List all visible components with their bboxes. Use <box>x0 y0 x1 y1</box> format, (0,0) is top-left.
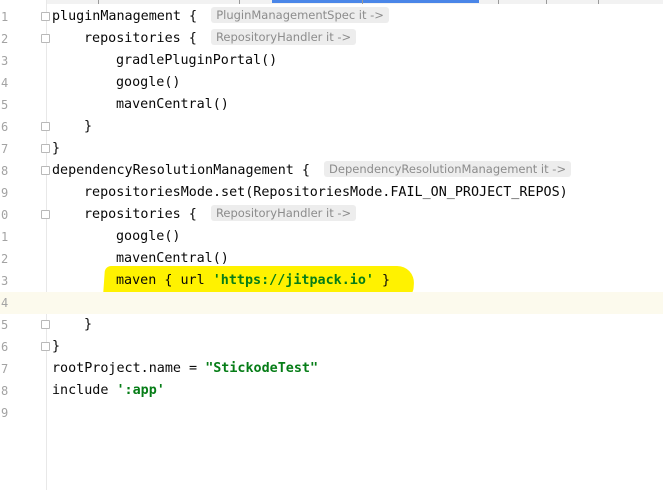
line-number: 9 <box>1 406 9 420</box>
code-token: maven { url <box>116 273 213 288</box>
editor-tab-bar <box>0 0 663 4</box>
code-line[interactable]: 8 include ':app' <box>0 380 663 402</box>
line-number: 5 <box>1 98 9 112</box>
code-text: include ':app' <box>52 380 165 402</box>
line-number: 1 <box>1 10 9 24</box>
line-number: 0 <box>1 208 9 222</box>
tab-separator <box>239 0 240 4</box>
line-number: 2 <box>1 32 9 46</box>
code-line[interactable]: 6} <box>0 116 663 138</box>
code-line[interactable]: 2 mavenCentral() <box>0 248 663 270</box>
code-token: } <box>374 273 391 288</box>
code-token: dependencyResolutionManagement { <box>52 163 319 178</box>
inlay-hint: PluginManagementSpec it -> <box>211 7 389 23</box>
code-line[interactable]: 7 rootProject.name = "StickodeTest" <box>0 358 663 380</box>
code-token: } <box>52 141 61 156</box>
string-literal: ':app' <box>116 383 165 398</box>
code-line[interactable]: 2 repositories { RepositoryHandler it -> <box>0 28 663 50</box>
code-line[interactable]: 9 repositoriesMode.set(RepositoriesMode.F… <box>0 182 663 204</box>
code-text: } <box>84 116 92 138</box>
code-line[interactable]: 5} <box>0 314 663 336</box>
line-number: 8 <box>1 384 9 398</box>
code-line[interactable]: 5 mavenCentral() <box>0 94 663 116</box>
code-line[interactable]: 4 google() <box>0 72 663 94</box>
line-number: 5 <box>1 318 9 332</box>
string-literal: "StickodeTest" <box>205 361 319 376</box>
code-token: repositories { <box>84 207 205 222</box>
code-text: } <box>52 336 60 358</box>
line-number: 2 <box>1 252 9 266</box>
code-line[interactable]: 6} <box>0 336 663 358</box>
code-text: } <box>84 314 92 336</box>
code-line[interactable]: 8 dependencyResolutionManagement { Depend… <box>0 160 663 182</box>
code-line[interactable]: 9 <box>0 402 663 424</box>
line-number: 3 <box>1 274 9 288</box>
code-line[interactable]: 7} <box>0 138 663 160</box>
code-text: google() <box>116 226 181 248</box>
inlay-hint: DependencyResolutionManagement it -> <box>324 161 572 177</box>
fold-marker-icon[interactable] <box>41 210 50 219</box>
code-token: gradlePluginPortal() <box>116 53 278 68</box>
line-number: 4 <box>1 296 9 310</box>
code-editor[interactable]: 1 pluginManagement { PluginManagementSpec… <box>0 0 663 490</box>
code-line[interactable]: 4 <box>0 292 663 314</box>
line-number: 6 <box>1 340 9 354</box>
code-token: pluginManagement { <box>52 9 206 24</box>
code-text: gradlePluginPortal() <box>116 50 277 72</box>
code-token: google() <box>116 75 181 90</box>
line-number: 3 <box>1 54 9 68</box>
code-text: maven { url 'https://jitpack.io' } <box>116 270 390 292</box>
code-token: mavenCentral() <box>116 251 229 266</box>
code-token: mavenCentral() <box>116 97 229 112</box>
code-text: google() <box>116 72 181 94</box>
string-literal: 'https://jitpack.io' <box>212 273 374 288</box>
code-text: dependencyResolutionManagement { Depende… <box>52 160 572 182</box>
tab-separator <box>362 0 363 4</box>
tab-separator <box>546 0 547 4</box>
code-token: rootProject.name = <box>52 361 206 376</box>
code-token: } <box>84 317 93 332</box>
code-text: repositories { RepositoryHandler it -> <box>84 204 357 226</box>
active-tab-indicator <box>272 0 479 3</box>
fold-marker-icon[interactable] <box>41 122 50 131</box>
code-token: include <box>52 383 117 398</box>
line-number: 1 <box>1 230 9 244</box>
line-number: 4 <box>1 76 9 90</box>
line-number: 6 <box>1 120 9 134</box>
code-line[interactable]: 3 gradlePluginPortal() <box>0 50 663 72</box>
tab-separator <box>598 0 599 4</box>
code-text: } <box>52 138 60 160</box>
code-line[interactable]: 3 maven { url 'https://jitpack.io' } <box>0 270 663 292</box>
code-text: rootProject.name = "StickodeTest" <box>52 358 318 380</box>
line-number: 7 <box>1 362 9 376</box>
code-line[interactable]: 0 repositories { RepositoryHandler it -> <box>0 204 663 226</box>
inlay-hint: RepositoryHandler it -> <box>210 205 357 221</box>
tab-separator <box>498 0 499 4</box>
code-text: repositories { RepositoryHandler it -> <box>84 28 357 50</box>
code-token: } <box>52 339 61 354</box>
line-number: 9 <box>1 186 9 200</box>
code-line[interactable]: 1 pluginManagement { PluginManagementSpec… <box>0 6 663 28</box>
code-line[interactable]: 1 google() <box>0 226 663 248</box>
fold-marker-icon[interactable] <box>41 166 50 175</box>
line-number: 8 <box>1 164 9 178</box>
fold-marker-icon[interactable] <box>41 144 50 153</box>
fold-marker-icon[interactable] <box>41 34 50 43</box>
code-text: repositoriesMode.set(RepositoriesMode.FA… <box>84 182 568 204</box>
fold-marker-icon[interactable] <box>41 320 50 329</box>
code-text: mavenCentral() <box>116 248 229 270</box>
inlay-hint: RepositoryHandler it -> <box>210 29 357 45</box>
line-number: 7 <box>1 142 9 156</box>
tab-separator <box>98 0 99 4</box>
code-token: google() <box>116 229 181 244</box>
fold-marker-icon[interactable] <box>41 342 50 351</box>
code-token: } <box>84 119 93 134</box>
code-token: repositoriesMode.set(RepositoriesMode.FA… <box>84 185 568 200</box>
code-token: repositories { <box>84 31 205 46</box>
code-text: mavenCentral() <box>116 94 229 116</box>
code-text: pluginManagement { PluginManagementSpec … <box>52 6 389 28</box>
fold-marker-icon[interactable] <box>41 12 50 21</box>
